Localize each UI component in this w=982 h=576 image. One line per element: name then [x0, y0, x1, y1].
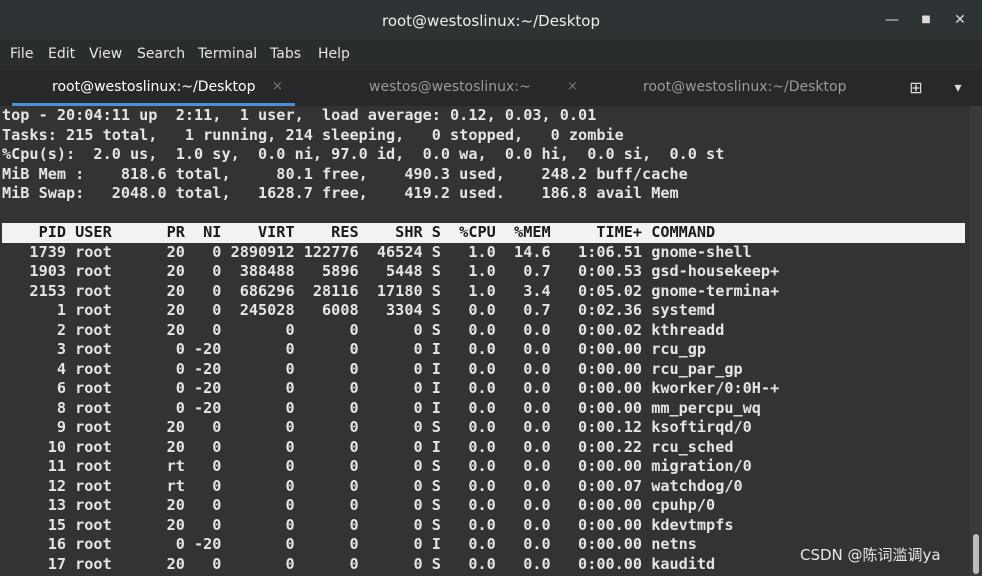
menu-bar: File Edit View Search Terminal Tabs Help [0, 40, 982, 70]
menu-tabs[interactable]: Tabs [270, 46, 301, 62]
table-row: 16 root 0 -20 0 0 0 I 0.0 0.0 0:00.00 ne… [2, 535, 697, 553]
csdn-watermark: CSDN @陈词滥调ya [800, 546, 941, 564]
table-row: 1739 root 20 0 2890912 122776 46524 S 1.… [2, 242, 752, 261]
top-cpu-line: %Cpu(s): 2.0 us, 1.0 sy, 0.0 ni, 97.0 id… [2, 145, 725, 163]
table-row: 1 root 20 0 245028 6008 3304 S 0.0 0.7 0… [2, 301, 716, 319]
table-row: 15 root 20 0 0 0 0 S 0.0 0.0 0:00.00 kde… [2, 515, 734, 534]
tab-root-desktop-2[interactable]: root@westoslinux:~/Desktop [605, 70, 895, 106]
table-row: 9 root 20 0 0 0 0 S 0.0 0.0 0:00.12 ksof… [2, 418, 752, 436]
menu-terminal[interactable]: Terminal [198, 46, 257, 62]
table-row: 2 root 20 0 0 0 0 S 0.0 0.0 0:00.02 kthr… [2, 320, 725, 339]
table-row: 11 root rt 0 0 0 0 S 0.0 0.0 0:00.00 mig… [2, 457, 752, 475]
tab-bar: root@westoslinux:~/Desktop × westos@west… [0, 70, 982, 106]
table-row: 12 root rt 0 0 0 0 S 0.0 0.0 0:00.07 wat… [2, 476, 743, 495]
terminal-output[interactable]: top - 20:04:11 up 2:11, 1 user, load ave… [0, 106, 970, 576]
tab-westos-home[interactable]: westos@westoslinux:~ × [305, 70, 595, 106]
menu-help[interactable]: Help [318, 46, 350, 62]
table-row: 3 root 0 -20 0 0 0 I 0.0 0.0 0:00.00 rcu… [2, 340, 707, 358]
table-row: 8 root 0 -20 0 0 0 I 0.0 0.0 0:00.00 mm_… [2, 398, 761, 417]
tab-close-icon[interactable]: × [567, 79, 578, 94]
tab-label: root@westoslinux:~/Desktop [52, 79, 256, 95]
maximize-button[interactable]: ■ [916, 10, 936, 30]
table-row: 17 root 20 0 0 0 0 S 0.0 0.0 0:00.00 kau… [2, 554, 716, 573]
top-swap-line: MiB Swap: 2048.0 total, 1628.7 free, 419… [2, 184, 679, 202]
top-mem-line: MiB Mem : 818.6 total, 80.1 free, 490.3 … [2, 164, 688, 183]
tab-label: root@westoslinux:~/Desktop [643, 79, 847, 95]
tab-root-desktop-1[interactable]: root@westoslinux:~/Desktop × [12, 70, 295, 106]
top-uptime-line: top - 20:04:11 up 2:11, 1 user, load ave… [2, 106, 597, 124]
menu-search[interactable]: Search [137, 46, 185, 62]
new-tab-icon[interactable]: ⊞ [906, 78, 926, 98]
tab-menu-chevron-down-icon[interactable]: ▾ [948, 78, 968, 98]
table-row: 4 root 0 -20 0 0 0 I 0.0 0.0 0:00.00 rcu… [2, 359, 743, 378]
table-row: 13 root 20 0 0 0 0 S 0.0 0.0 0:00.00 cpu… [2, 496, 716, 514]
window-title: root@westoslinux:~/Desktop [381, 12, 601, 30]
table-row: 10 root 20 0 0 0 0 I 0.0 0.0 0:00.22 rcu… [2, 437, 734, 456]
table-row: 6 root 0 -20 0 0 0 I 0.0 0.0 0:00.00 kwo… [2, 379, 780, 397]
menu-view[interactable]: View [89, 46, 122, 62]
menu-edit[interactable]: Edit [48, 46, 75, 62]
top-tasks-line: Tasks: 215 total, 1 running, 214 sleepin… [2, 125, 624, 144]
minimize-button[interactable]: — [882, 10, 902, 30]
table-row: 1903 root 20 0 388488 5896 5448 S 1.0 0.… [2, 262, 780, 280]
terminal-window: root@westoslinux:~/Desktop — ■ ✕ File Ed… [0, 0, 982, 576]
process-table-header: PID USER PR NI VIRT RES SHR S %CPU %MEM … [2, 223, 965, 243]
terminal-scrollbar[interactable] [970, 106, 982, 576]
table-row: 2153 root 20 0 686296 28116 17180 S 1.0 … [2, 281, 780, 300]
scrollbar-thumb[interactable] [973, 534, 979, 574]
menu-file[interactable]: File [10, 46, 33, 62]
title-bar[interactable]: root@westoslinux:~/Desktop — ■ ✕ [0, 0, 982, 40]
tab-close-icon[interactable]: × [272, 79, 283, 94]
tab-label: westos@westoslinux:~ [369, 79, 531, 95]
close-button[interactable]: ✕ [950, 10, 970, 30]
